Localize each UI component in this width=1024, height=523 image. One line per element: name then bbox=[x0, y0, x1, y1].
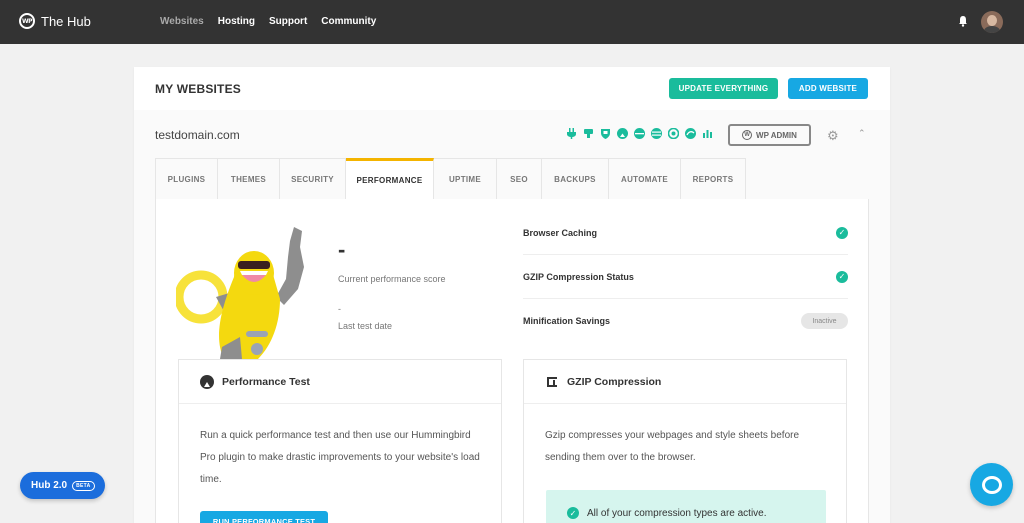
last-test-date-label: Last test date bbox=[338, 321, 393, 331]
check-row-browser-caching: Browser Caching ✓ bbox=[523, 211, 848, 255]
gzip-compression-description: Gzip compresses your webpages and style … bbox=[545, 430, 800, 463]
run-performance-test-button[interactable]: RUN PERFORMANCE TEST bbox=[200, 511, 328, 523]
tab-plugins[interactable]: PLUGINS bbox=[155, 158, 218, 200]
site-status-icons bbox=[566, 128, 713, 139]
beta-badge: BETA bbox=[72, 480, 95, 491]
tab-automate[interactable]: AUTOMATE bbox=[609, 158, 681, 200]
performance-score: - bbox=[338, 237, 346, 262]
performance-test-header: Performance Test bbox=[179, 360, 501, 404]
shield-icon[interactable] bbox=[600, 128, 611, 139]
tab-security[interactable]: SECURITY bbox=[280, 158, 346, 200]
checkmark-icon: ✓ bbox=[836, 270, 848, 283]
gear-icon[interactable]: ⚙ bbox=[827, 130, 840, 143]
performance-icon bbox=[200, 374, 214, 389]
chat-bubble-icon bbox=[981, 475, 1002, 494]
tab-uptime[interactable]: UPTIME bbox=[434, 158, 497, 200]
gzip-compression-header: GZIP Compression bbox=[524, 360, 846, 404]
check-row-gzip: GZIP Compression Status ✓ bbox=[523, 255, 848, 299]
top-navigation-bar: WP The Hub Websites Hosting Support Comm… bbox=[0, 0, 1024, 44]
theme-icon[interactable] bbox=[583, 128, 594, 139]
wpmudev-logo-icon: WP bbox=[19, 13, 35, 29]
bell-icon[interactable] bbox=[958, 15, 968, 27]
tab-performance[interactable]: PERFORMANCE bbox=[346, 158, 434, 200]
check-row-minification: Minification Savings Inactive bbox=[523, 299, 848, 343]
clamp-icon bbox=[547, 376, 557, 387]
status-badge: Inactive bbox=[801, 313, 848, 329]
performance-icon[interactable] bbox=[617, 128, 628, 139]
site-row: testdomain.com W WP ADMIN ⚙ ⌃ bbox=[134, 110, 890, 158]
check-label: Browser Caching bbox=[523, 227, 598, 238]
checkmark-icon: ✓ bbox=[567, 507, 579, 519]
tab-themes[interactable]: THEMES bbox=[218, 158, 280, 200]
seo-icon[interactable] bbox=[651, 128, 662, 139]
hub-version-label: Hub 2.0 bbox=[31, 480, 68, 491]
check-label: GZIP Compression Status bbox=[523, 271, 634, 282]
nav-community[interactable]: Community bbox=[321, 16, 376, 27]
uptime-icon[interactable] bbox=[634, 128, 645, 139]
gzip-compression-box: GZIP Compression Gzip compresses your we… bbox=[523, 359, 847, 523]
chat-button[interactable] bbox=[970, 463, 1013, 506]
last-test-date: - bbox=[338, 304, 341, 314]
hummingbird-mascot-illustration bbox=[176, 227, 304, 359]
nav-websites[interactable]: Websites bbox=[160, 16, 204, 27]
wp-admin-label: WP ADMIN bbox=[756, 130, 797, 140]
tab-backups[interactable]: BACKUPS bbox=[542, 158, 609, 200]
reports-icon[interactable] bbox=[702, 128, 713, 139]
avatar[interactable] bbox=[981, 11, 1003, 33]
performance-score-label: Current performance score bbox=[338, 274, 446, 284]
gzip-success-notice: ✓ All of your compression types are acti… bbox=[546, 490, 826, 523]
add-website-button[interactable]: ADD WEBSITE bbox=[788, 78, 868, 99]
nav-support[interactable]: Support bbox=[269, 16, 307, 27]
site-tabs-area: PLUGINS THEMES SECURITY PERFORMANCE UPTI… bbox=[134, 158, 890, 523]
performance-test-title: Performance Test bbox=[222, 375, 310, 388]
gzip-compression-title: GZIP Compression bbox=[567, 375, 662, 388]
main-nav: Websites Hosting Support Community bbox=[160, 16, 376, 27]
hub-version-badge[interactable]: Hub 2.0 BETA bbox=[20, 472, 105, 499]
performance-test-description: Run a quick performance test and then us… bbox=[200, 430, 480, 485]
wordpress-icon: W bbox=[742, 130, 753, 140]
nav-hosting[interactable]: Hosting bbox=[218, 16, 255, 27]
site-domain[interactable]: testdomain.com bbox=[155, 128, 240, 142]
wp-admin-button[interactable]: W WP ADMIN bbox=[728, 124, 811, 146]
performance-panel: - Current performance score - Last test … bbox=[155, 199, 869, 523]
site-tabs: PLUGINS THEMES SECURITY PERFORMANCE UPTI… bbox=[155, 158, 746, 200]
check-label: Minification Savings bbox=[523, 316, 611, 326]
update-everything-button[interactable]: UPDATE EVERYTHING bbox=[669, 78, 778, 99]
my-websites-card: MY WEBSITES UPDATE EVERYTHING ADD WEBSIT… bbox=[134, 67, 890, 523]
gzip-notice-text: All of your compression types are active… bbox=[587, 507, 767, 519]
app-name: The Hub bbox=[41, 13, 91, 29]
chevron-up-icon[interactable]: ⌃ bbox=[858, 130, 866, 139]
tab-seo[interactable]: SEO bbox=[497, 158, 542, 200]
checkmark-icon: ✓ bbox=[836, 226, 848, 239]
tab-reports[interactable]: REPORTS bbox=[681, 158, 746, 200]
page-title: MY WEBSITES bbox=[155, 82, 241, 96]
automate-icon[interactable] bbox=[685, 128, 696, 139]
plugin-icon[interactable] bbox=[566, 128, 577, 139]
performance-test-box: Performance Test Run a quick performance… bbox=[178, 359, 502, 523]
performance-checks: Browser Caching ✓ GZIP Compression Statu… bbox=[523, 211, 848, 343]
backup-icon[interactable] bbox=[668, 128, 679, 139]
hub-logo[interactable]: WP The Hub bbox=[19, 13, 91, 29]
